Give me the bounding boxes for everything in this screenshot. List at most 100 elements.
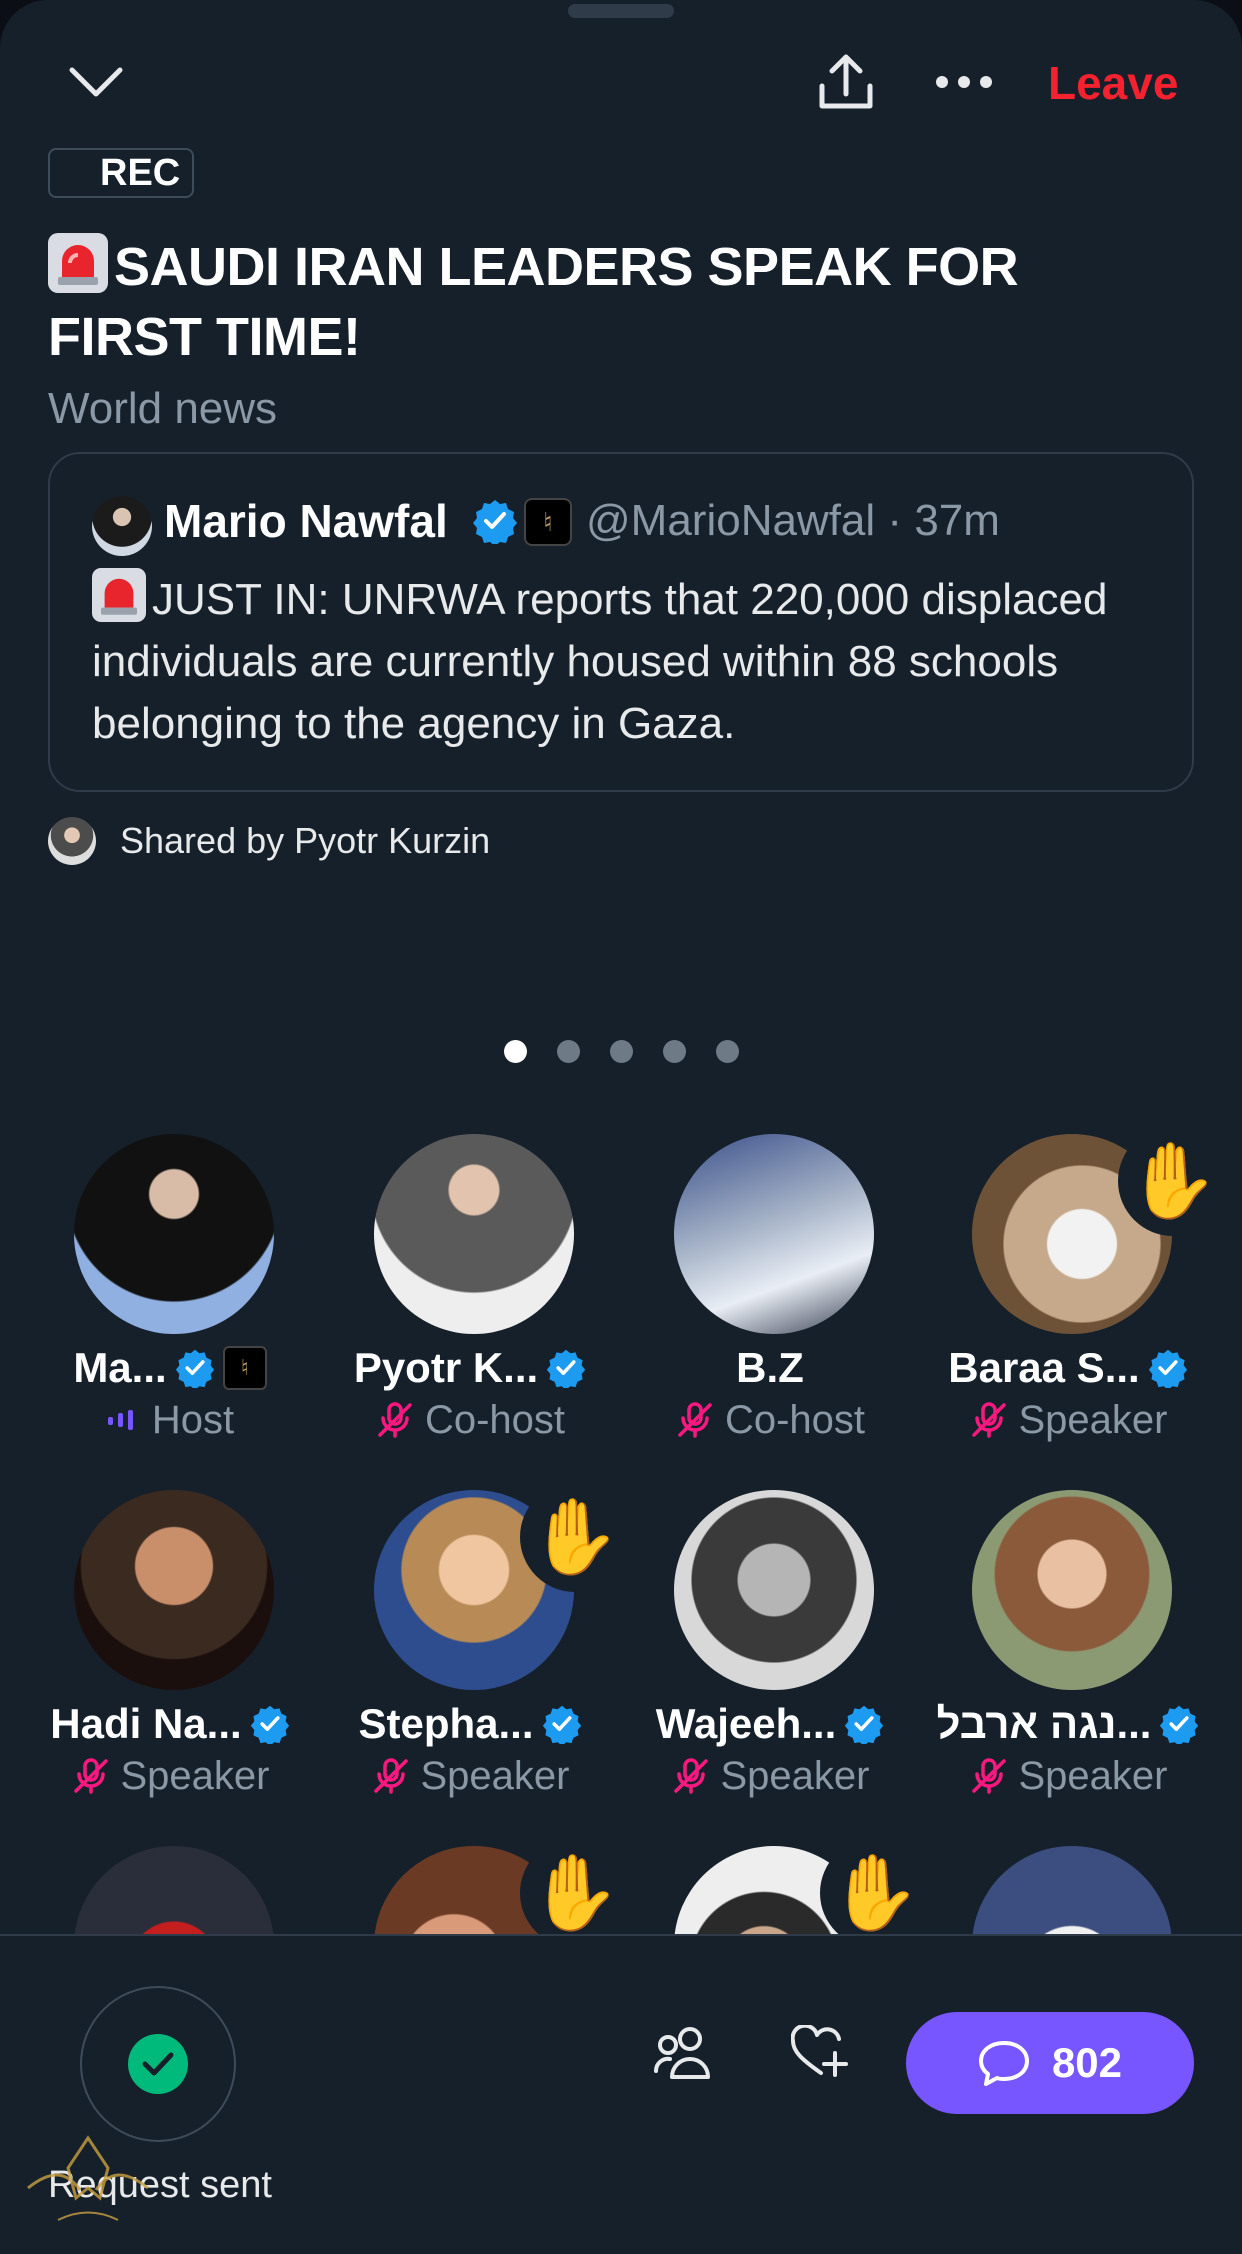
participant-name: Stepha... bbox=[358, 1700, 534, 1747]
tweet-author-name: Mario Nawfal bbox=[164, 495, 448, 547]
carousel-dot[interactable] bbox=[504, 1040, 527, 1063]
participant-avatar[interactable] bbox=[74, 1490, 274, 1690]
heart-plus-icon bbox=[791, 2025, 848, 2077]
participant-role-row: Speaker bbox=[300, 1748, 640, 1804]
verified-icon bbox=[1160, 1705, 1199, 1744]
participant-role: Speaker bbox=[420, 1753, 570, 1798]
mic-off-icon bbox=[971, 1402, 1006, 1438]
participant-cell[interactable]: Hadi Na... Speaker bbox=[0, 1490, 300, 1800]
top-bar: Leave bbox=[0, 40, 1242, 120]
raised-hand-icon: ✋ bbox=[1118, 1134, 1228, 1236]
participant-role-row: Speaker bbox=[600, 1748, 940, 1804]
participant-avatar[interactable] bbox=[674, 1490, 874, 1690]
tweet-handle-line: @MarioNawfal · 37m bbox=[586, 496, 1000, 546]
participant-role-row: Co-host bbox=[300, 1392, 640, 1448]
participant-name-row: Wajeeh... bbox=[600, 1696, 940, 1752]
rec-label: REC bbox=[100, 151, 181, 194]
rec-badge: REC bbox=[48, 148, 195, 198]
mic-off-icon bbox=[378, 1402, 412, 1438]
carousel-dot[interactable] bbox=[663, 1040, 686, 1063]
mic-off-icon bbox=[971, 1758, 1006, 1794]
carousel-dot[interactable] bbox=[557, 1040, 580, 1063]
participant-role: Co-host bbox=[424, 1397, 566, 1442]
more-button[interactable] bbox=[926, 44, 1002, 120]
tweet-handle: @MarioNawfal bbox=[586, 496, 876, 545]
space-title-text: SAUDI IRAN LEADERS SPEAK FOR FIRST TIME! bbox=[48, 237, 1019, 367]
comments-button[interactable]: 802 bbox=[906, 2012, 1194, 2114]
carousel-dot[interactable] bbox=[610, 1040, 633, 1063]
participant-name: Wajeeh... bbox=[655, 1700, 837, 1747]
participant-cell[interactable]: נגה ארבל... Speaker bbox=[898, 1490, 1199, 1800]
space-topic: World news bbox=[48, 384, 278, 433]
participants-grid: Ma... ♮ Host Pyotr K... Co-host B.Z Co-host ✋ Ba… bbox=[0, 1134, 1242, 1934]
tweet-text: JUST IN: UNRWA reports that 220,000 disp… bbox=[92, 568, 1172, 755]
more-icon bbox=[936, 76, 992, 88]
participant-name: נגה ארבל... bbox=[936, 1700, 1152, 1747]
participant-cell[interactable] bbox=[0, 1846, 300, 1934]
minimize-button[interactable] bbox=[58, 54, 134, 110]
comment-icon bbox=[978, 2041, 1029, 2086]
participant-name-row: Hadi Na... bbox=[0, 1696, 340, 1752]
mic-off-icon bbox=[73, 1758, 108, 1794]
participant-cell[interactable]: B.Z Co-host bbox=[600, 1134, 900, 1444]
verified-icon bbox=[1148, 1349, 1187, 1388]
sheet-grabber[interactable] bbox=[568, 4, 674, 18]
space-sheet: Leave REC SAUDI IRAN LEADERS SPEAK FOR F… bbox=[0, 0, 1242, 2254]
rec-dot-icon bbox=[64, 164, 84, 184]
react-button[interactable] bbox=[784, 2016, 856, 2088]
participant-avatar[interactable] bbox=[74, 1134, 274, 1334]
comment-count: 802 bbox=[1051, 2039, 1123, 2086]
chevron-down-icon bbox=[69, 67, 123, 97]
participant-role-row: Speaker bbox=[0, 1748, 340, 1804]
participant-cell[interactable]: ✋ Stepha... Speaker bbox=[300, 1482, 630, 1800]
participant-cell[interactable]: ✋ bbox=[600, 1838, 930, 1934]
participant-name-row: Baraa S... bbox=[898, 1340, 1238, 1396]
participant-name: B.Z bbox=[736, 1344, 804, 1391]
audio-bars-icon bbox=[107, 1410, 133, 1430]
participant-cell[interactable]: ✋ Baraa S... Speaker bbox=[898, 1134, 1228, 1444]
participant-name: Ma... bbox=[73, 1344, 167, 1391]
affiliate-badge-icon: ♮ bbox=[524, 498, 572, 546]
participant-role-row: Host bbox=[0, 1392, 340, 1448]
shared-by-text: Shared by Pyotr Kurzin bbox=[120, 820, 491, 861]
carousel-dots bbox=[504, 1040, 739, 1064]
participant-role: Speaker bbox=[720, 1753, 870, 1798]
mic-off-icon bbox=[678, 1402, 712, 1438]
tweet-author-avatar bbox=[92, 496, 152, 556]
participant-name: Pyotr K... bbox=[353, 1344, 539, 1391]
pinned-tweet[interactable]: Mario Nawfal ♮ @MarioNawfal · 37m JUST I… bbox=[48, 452, 1194, 792]
carousel-dot[interactable] bbox=[716, 1040, 739, 1063]
participant-avatar[interactable] bbox=[374, 1134, 574, 1334]
participant-name-row: נגה ארבל... bbox=[898, 1696, 1238, 1752]
check-icon bbox=[128, 2034, 188, 2094]
sharer-avatar bbox=[48, 817, 96, 865]
participant-role: Speaker bbox=[1018, 1753, 1168, 1798]
participant-role-row: Speaker bbox=[898, 1392, 1238, 1448]
participant-cell[interactable]: Pyotr K... Co-host bbox=[300, 1134, 600, 1444]
verified-icon bbox=[547, 1349, 586, 1388]
participant-cell[interactable]: Wajeeh... Speaker bbox=[600, 1490, 900, 1800]
leave-button[interactable]: Leave bbox=[1048, 56, 1178, 110]
shared-by-row: Shared by Pyotr Kurzin bbox=[48, 816, 490, 866]
participant-avatar[interactable] bbox=[74, 1846, 274, 1934]
participant-cell[interactable]: ✋ bbox=[300, 1838, 630, 1934]
participant-role-row: Co-host bbox=[600, 1392, 940, 1448]
participant-name-row: B.Z bbox=[600, 1340, 940, 1396]
request-to-speak-button[interactable] bbox=[80, 1986, 236, 2142]
tweet-age: 37m bbox=[914, 496, 1000, 545]
participant-avatar[interactable] bbox=[674, 1134, 874, 1334]
tweet-body: JUST IN: UNRWA reports that 220,000 disp… bbox=[92, 575, 1108, 748]
tweet-separator: · bbox=[887, 496, 903, 545]
participant-role-row: Speaker bbox=[898, 1748, 1238, 1804]
verified-icon bbox=[250, 1705, 289, 1744]
participant-cell[interactable]: Ma... ♮ Host bbox=[0, 1134, 300, 1444]
participant-name-row: Stepha... bbox=[300, 1696, 640, 1752]
participant-avatar[interactable] bbox=[972, 1846, 1172, 1934]
share-button[interactable] bbox=[808, 44, 884, 120]
participant-name: Baraa S... bbox=[948, 1344, 1140, 1391]
participant-avatar[interactable] bbox=[972, 1490, 1172, 1690]
participants-button[interactable] bbox=[648, 2016, 720, 2088]
mic-off-icon bbox=[373, 1758, 408, 1794]
participant-cell[interactable] bbox=[898, 1846, 1198, 1934]
siren-icon bbox=[92, 568, 146, 622]
